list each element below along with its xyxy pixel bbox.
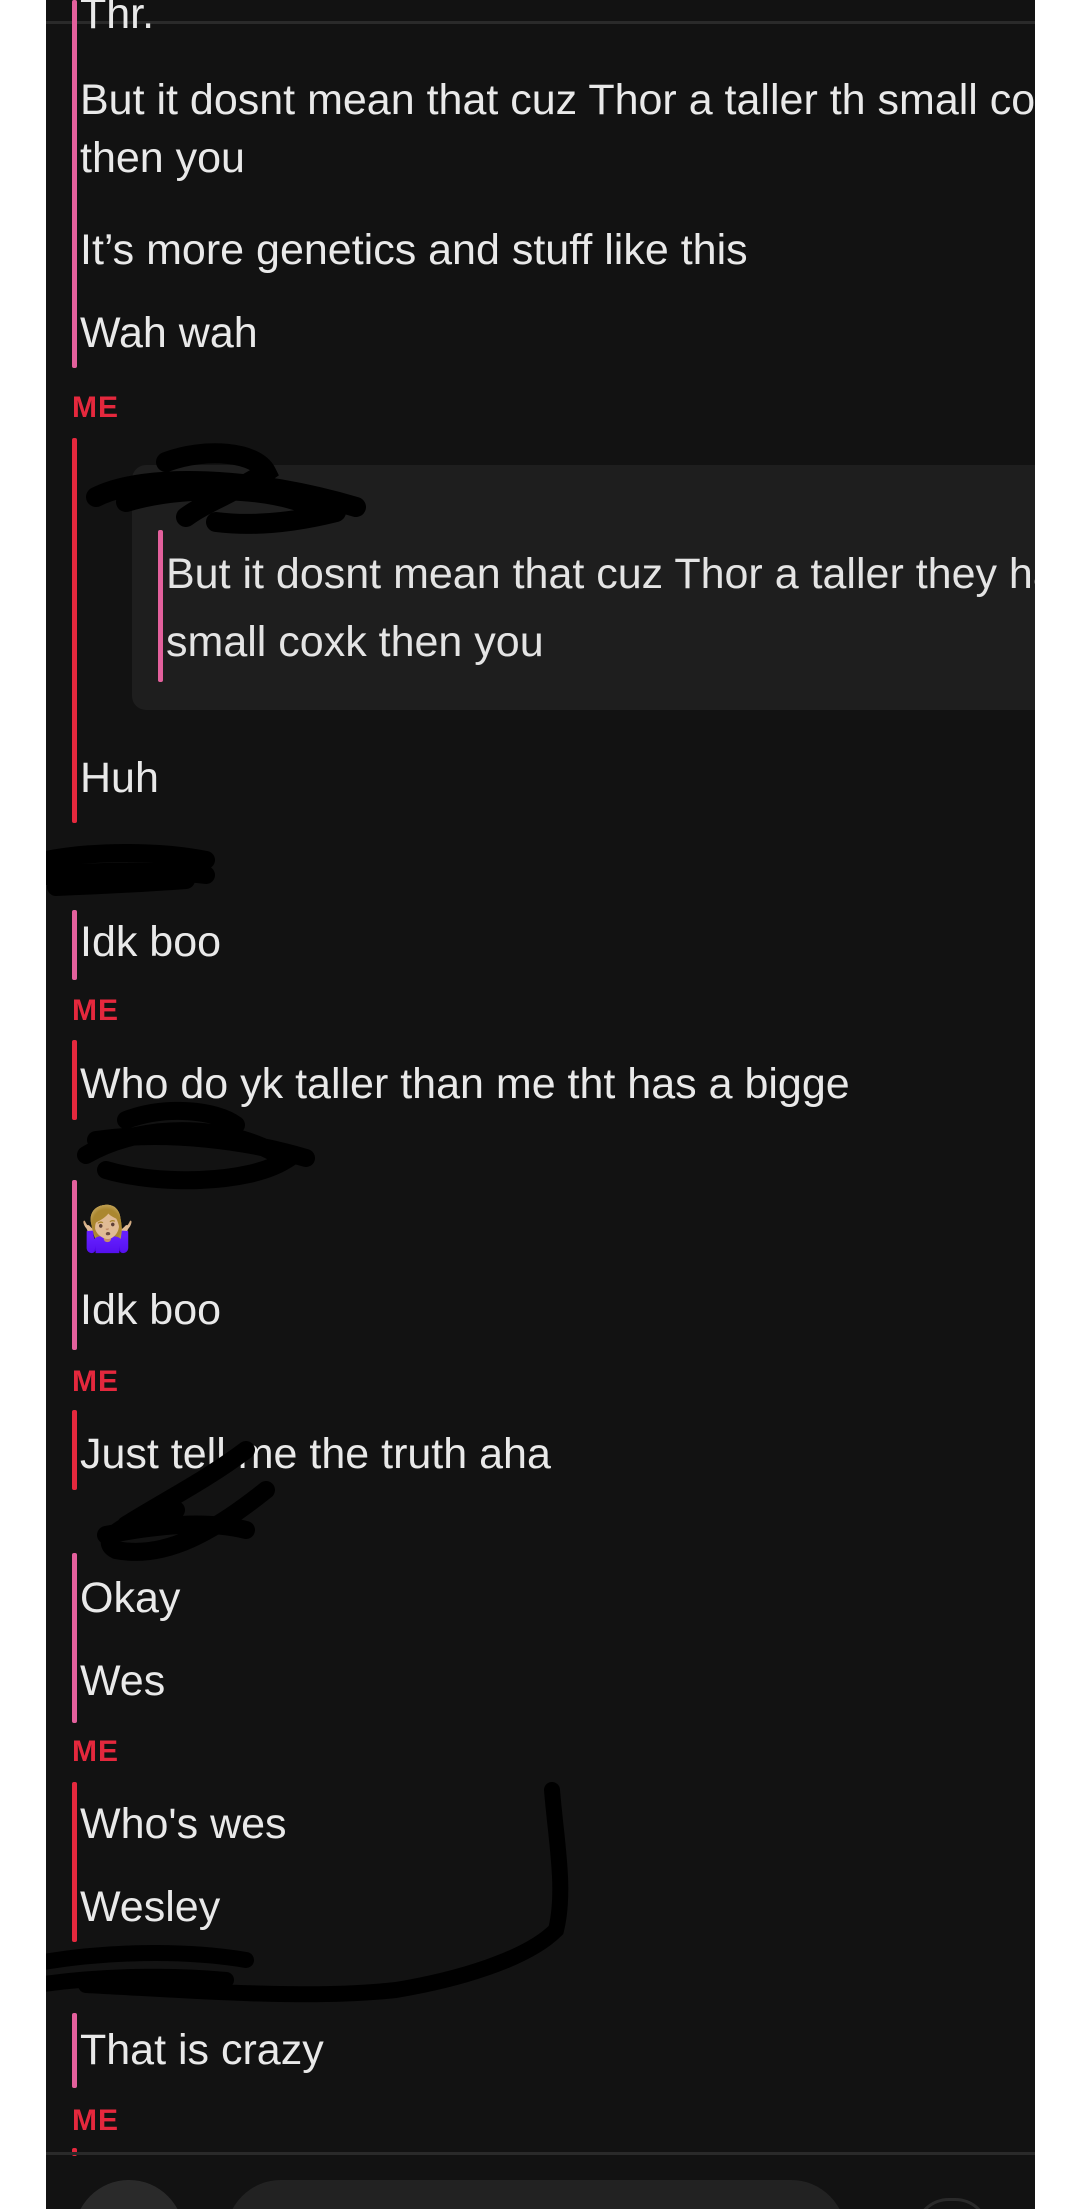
- redaction-scribble: [97, 1441, 275, 1561]
- sender-label-me: ME: [72, 1365, 119, 1398]
- partner-message[interactable]: But it dosnt mean that cuz Thor a taller…: [80, 71, 1035, 187]
- reply-quote-text: But it dosnt mean that cuz Thor a taller…: [166, 550, 1035, 666]
- me-message-bar: [72, 438, 77, 823]
- sender-label-me: ME: [72, 1735, 119, 1768]
- partner-message[interactable]: Okay: [80, 1574, 180, 1622]
- chat-screen: Thr. But it dosnt mean that cuz Thor a t…: [46, 0, 1035, 2209]
- partner-message[interactable]: It’s more genetics and stuff like this: [80, 226, 748, 274]
- send-button[interactable]: [914, 2198, 990, 2209]
- reply-quote-bar: [158, 530, 163, 682]
- partner-message[interactable]: Idk boo: [80, 1286, 221, 1334]
- sender-label-me: ME: [72, 391, 119, 424]
- partner-message-bar: [72, 2013, 77, 2088]
- redaction-scribble: [46, 1782, 569, 2003]
- partner-message-partial: Thr.: [80, 0, 155, 38]
- me-message[interactable]: Huh: [80, 754, 159, 802]
- partner-message-bar: [72, 1553, 77, 1723]
- partner-message[interactable]: That is crazy: [80, 2026, 324, 2074]
- redaction-scribble: [46, 844, 215, 896]
- redaction-scribble: [77, 1102, 315, 1190]
- partner-message[interactable]: Idk boo: [80, 918, 221, 966]
- composer-divider: [46, 2152, 1035, 2155]
- partner-message[interactable]: Wes: [80, 1657, 165, 1705]
- sender-label-me: ME: [72, 994, 119, 1027]
- sender-label-me: ME: [72, 2104, 119, 2137]
- redaction-scribble: [86, 443, 366, 534]
- message-input[interactable]: [226, 2180, 846, 2209]
- camera-button[interactable]: [74, 2180, 184, 2209]
- partner-message-bar: [72, 910, 77, 980]
- partner-message[interactable]: Wah wah: [80, 309, 258, 357]
- top-divider: [46, 21, 1035, 24]
- partner-message-bar: [72, 1180, 77, 1350]
- shrug-emoji[interactable]: 🤷🏼‍♀️: [80, 1205, 135, 1255]
- partner-message-bar: [72, 0, 77, 368]
